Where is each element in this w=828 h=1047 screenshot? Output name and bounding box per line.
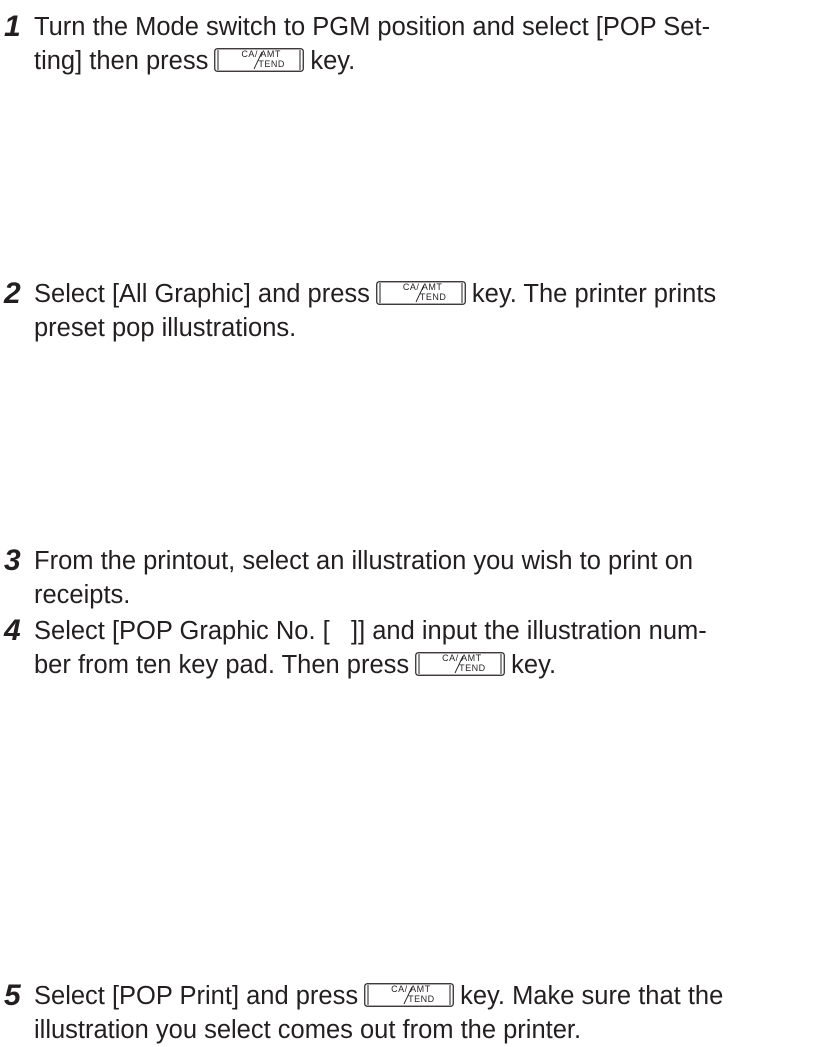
step-text-segment: Select [All Graphic] and press [34,280,370,308]
step-text-segment: key. The printer prints [471,280,717,308]
step-number: 5 [4,979,21,1012]
key-bottom-label: TEND [419,292,447,302]
ca-amt-tend-key-icon: CA/ AMT TEND [214,48,305,72]
step-text: Select [All Graphic] and press CA/ AMT TEN… [34,277,794,345]
step-line: ting] then press CA/ AMT TEND key. [34,44,794,78]
step-line: Select [All Graphic] and press CA/ AMT TEN… [34,277,794,311]
step-text-segment: key. Make sure that the [460,982,724,1010]
step-text-segment: ber from ten key pad. Then press [34,651,410,679]
step-text: From the printout, select an illustratio… [34,544,794,612]
step-line: ber from ten key pad. Then press CA/ AMT T… [34,648,794,682]
key-bottom-label: TEND [459,663,486,673]
step-line: preset pop illustrations. [34,314,297,342]
step-line: Turn the Mode switch to PGM position and… [34,13,711,41]
step-number: 1 [4,10,21,43]
step-text-segment: Select [POP Print] and press [34,982,359,1010]
key-top-label: CA/ AMT [402,282,443,292]
step-number: 2 [4,277,21,310]
step-text: Select [POP Graphic No. [ ]] and input t… [34,614,794,682]
key-top-label: CA/ AMT [391,984,431,994]
step-number: 3 [4,544,21,577]
step-line: illustration you select comes out from t… [34,1016,582,1044]
step-text-segment: ting] then press [34,47,209,75]
key-bottom-label: TEND [258,59,285,69]
step-text-segment: key. [511,651,557,679]
step-line: From the printout, select an illustratio… [34,547,694,575]
ca-amt-tend-key-icon: CA/ AMT TEND [364,983,454,1007]
step-number: 4 [4,614,21,647]
step-line: Select [POP Print] and press CA/ AMT TEND k… [34,979,794,1013]
ca-amt-tend-key-icon: CA/ AMT TEND [376,281,466,305]
key-bottom-label: TEND [408,994,435,1004]
key-top-label: CA/ AMT [442,653,482,663]
step-text-segment: key. [310,47,356,75]
key-top-label: CA/ AMT [241,49,281,59]
step-line: Select [POP Graphic No. [ ]] and input t… [34,617,707,645]
ca-amt-tend-key-icon: CA/ AMT TEND [415,652,506,676]
step-line: receipts. [34,581,131,609]
step-text: Turn the Mode switch to PGM position and… [34,10,794,78]
step-text: Select [POP Print] and press CA/ AMT TEND k… [34,979,794,1047]
